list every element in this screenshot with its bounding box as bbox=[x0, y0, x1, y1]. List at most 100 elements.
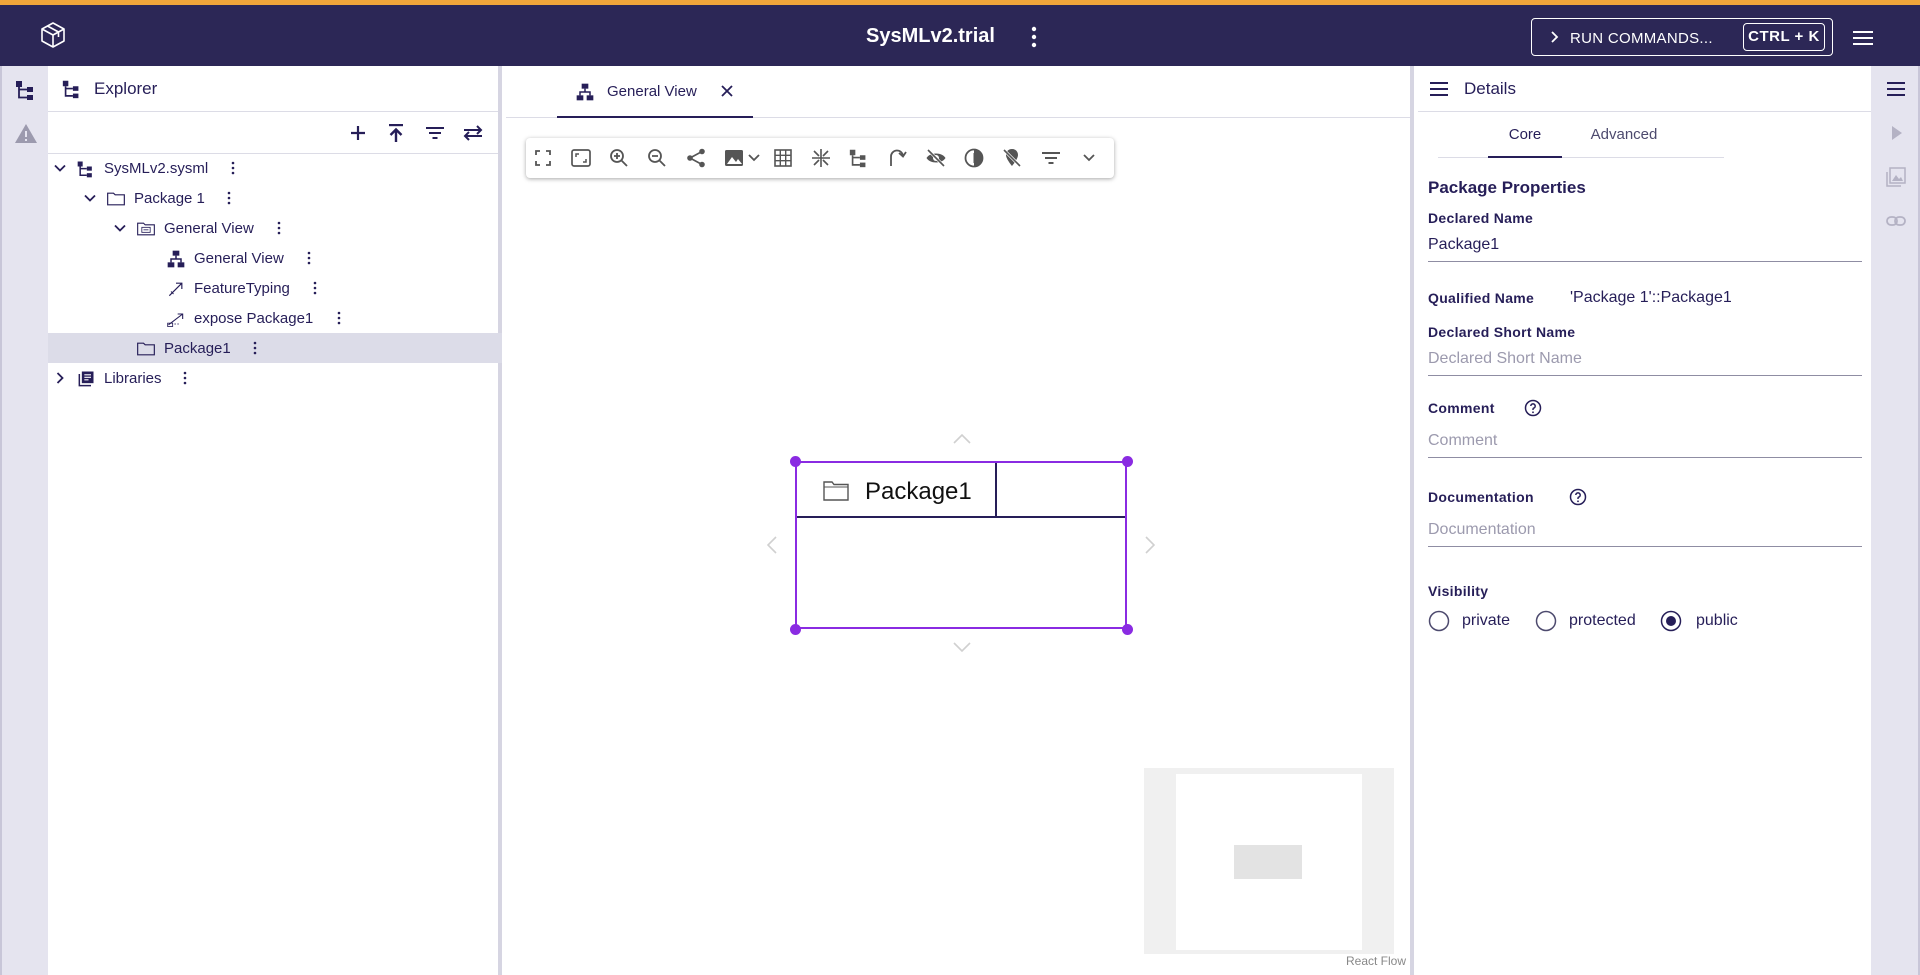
more-vertical-icon[interactable] bbox=[230, 160, 236, 176]
resize-handle[interactable] bbox=[790, 456, 801, 467]
image-gallery-icon[interactable] bbox=[1885, 166, 1907, 188]
tab-core[interactable]: Core bbox=[1488, 112, 1562, 158]
more-vertical-icon[interactable] bbox=[276, 220, 282, 236]
details-menu-icon[interactable] bbox=[1885, 78, 1907, 100]
filter-icon[interactable] bbox=[423, 121, 447, 145]
chevron-right-icon[interactable] bbox=[52, 370, 68, 386]
chevron-down-icon[interactable] bbox=[112, 220, 128, 236]
feature-typing-icon bbox=[166, 279, 186, 299]
run-commands-button[interactable]: RUN COMMANDS... CTRL + K bbox=[1531, 18, 1833, 56]
more-vertical-icon[interactable] bbox=[252, 340, 258, 356]
chevron-down-icon[interactable] bbox=[82, 190, 98, 206]
diagram-canvas[interactable]: Package1 React Flow bbox=[506, 186, 1410, 975]
tree-item-label: Libraries bbox=[104, 370, 162, 387]
explorer-tree-icon[interactable] bbox=[14, 78, 38, 102]
tree-item-package-1[interactable]: Package 1 bbox=[48, 183, 502, 213]
zoom-in-icon[interactable] bbox=[608, 147, 630, 169]
more-vertical-icon[interactable] bbox=[306, 250, 312, 266]
more-vertical-icon[interactable] bbox=[182, 370, 188, 386]
more-vertical-icon[interactable] bbox=[312, 280, 318, 296]
folder-icon bbox=[823, 481, 849, 501]
tree-item-label: General View bbox=[194, 250, 284, 267]
chevron-down-icon[interactable] bbox=[1078, 147, 1100, 169]
diagram-toolbar bbox=[526, 138, 1114, 178]
resize-handle[interactable] bbox=[790, 624, 801, 635]
fullscreen-icon[interactable] bbox=[532, 147, 554, 169]
visibility-label: Visibility bbox=[1428, 583, 1489, 599]
chevron-down-icon[interactable] bbox=[951, 635, 973, 657]
comment-label: Comment bbox=[1428, 400, 1495, 416]
tree-item-package1[interactable]: Package1 bbox=[48, 333, 502, 363]
tree-layout-icon[interactable] bbox=[848, 147, 870, 169]
chevron-down-icon[interactable] bbox=[746, 147, 762, 169]
tree-item-libraries[interactable]: Libraries bbox=[48, 363, 502, 393]
qualified-name-label: Qualified Name bbox=[1428, 290, 1535, 306]
link-icon[interactable] bbox=[1885, 210, 1907, 232]
package-node[interactable]: Package1 bbox=[795, 461, 1127, 629]
model-icon bbox=[76, 159, 96, 179]
tree-item-general-view-folder[interactable]: General View bbox=[48, 213, 502, 243]
help-icon[interactable] bbox=[1569, 488, 1587, 506]
share-icon[interactable] bbox=[685, 147, 707, 169]
declared-short-name-field[interactable]: Declared Short Name bbox=[1428, 344, 1862, 376]
qualified-name-value: 'Package 1'::Package1 bbox=[1570, 289, 1732, 306]
minimap[interactable] bbox=[1144, 768, 1394, 954]
more-vertical-icon[interactable] bbox=[1023, 25, 1045, 49]
tree-item-label: expose Package1 bbox=[194, 310, 314, 327]
more-vertical-icon[interactable] bbox=[226, 190, 232, 206]
more-vertical-icon[interactable] bbox=[336, 310, 342, 326]
radio-protected-label: protected bbox=[1569, 612, 1636, 629]
contrast-icon[interactable] bbox=[963, 147, 985, 169]
tree-item-general-view-diagram[interactable]: General View bbox=[48, 243, 502, 273]
chevron-down-icon[interactable] bbox=[52, 160, 68, 176]
explorer-toolbar bbox=[48, 112, 498, 154]
filter-icon[interactable] bbox=[1040, 147, 1062, 169]
tab-general-view[interactable]: General View bbox=[557, 66, 753, 118]
tab-advanced[interactable]: Advanced bbox=[1572, 112, 1676, 158]
arrange-layout-icon[interactable] bbox=[810, 147, 832, 169]
expose-icon bbox=[166, 309, 186, 329]
upload-icon[interactable] bbox=[384, 121, 408, 145]
resize-handle[interactable] bbox=[1122, 456, 1133, 467]
play-icon[interactable] bbox=[1885, 122, 1907, 144]
chevron-right-icon[interactable] bbox=[1138, 534, 1160, 556]
chevron-right-icon bbox=[1546, 29, 1562, 45]
radio-public[interactable] bbox=[1660, 610, 1682, 632]
react-flow-attribution[interactable]: React Flow bbox=[1346, 954, 1406, 968]
tree-item-sysml-file[interactable]: SysMLv2.sysml bbox=[48, 153, 502, 183]
fit-to-screen-icon[interactable] bbox=[570, 147, 592, 169]
warning-icon[interactable] bbox=[14, 122, 38, 146]
radio-protected[interactable] bbox=[1535, 610, 1557, 632]
grid-icon[interactable] bbox=[772, 147, 794, 169]
details-panel: Details Core Advanced Package Properties… bbox=[1418, 66, 1871, 975]
documentation-field[interactable]: Documentation bbox=[1428, 515, 1862, 547]
diagram-icon bbox=[575, 82, 595, 102]
swap-icon[interactable] bbox=[461, 121, 485, 145]
chevron-up-icon[interactable] bbox=[951, 429, 973, 451]
app-logo-icon[interactable] bbox=[38, 20, 68, 50]
documentation-label: Documentation bbox=[1428, 489, 1534, 505]
image-export-icon[interactable] bbox=[723, 147, 745, 169]
radio-private[interactable] bbox=[1428, 610, 1450, 632]
package-node-tab bbox=[997, 463, 1125, 518]
library-icon bbox=[76, 369, 96, 389]
declared-name-field[interactable]: Package1 bbox=[1428, 230, 1862, 262]
tree-item-label: FeatureTyping bbox=[194, 280, 290, 297]
chevron-left-icon[interactable] bbox=[762, 534, 784, 556]
hide-icon[interactable] bbox=[925, 147, 947, 169]
tree-item-feature-typing[interactable]: FeatureTyping bbox=[48, 273, 502, 303]
help-icon[interactable] bbox=[1524, 399, 1542, 417]
radio-public-label: public bbox=[1696, 612, 1738, 629]
resize-handle[interactable] bbox=[1122, 624, 1133, 635]
tree-item-expose-package1[interactable]: expose Package1 bbox=[48, 303, 502, 333]
add-icon[interactable] bbox=[346, 121, 370, 145]
main-menu-icon[interactable] bbox=[1852, 29, 1874, 47]
edge-routing-icon[interactable] bbox=[886, 147, 908, 169]
comment-field[interactable]: Comment bbox=[1428, 426, 1862, 458]
unpin-icon[interactable] bbox=[1001, 147, 1023, 169]
section-title: Package Properties bbox=[1428, 178, 1586, 197]
close-icon[interactable] bbox=[719, 83, 735, 99]
zoom-out-icon[interactable] bbox=[646, 147, 668, 169]
declared-short-name-label: Declared Short Name bbox=[1428, 324, 1576, 340]
diagram-icon bbox=[166, 249, 186, 269]
